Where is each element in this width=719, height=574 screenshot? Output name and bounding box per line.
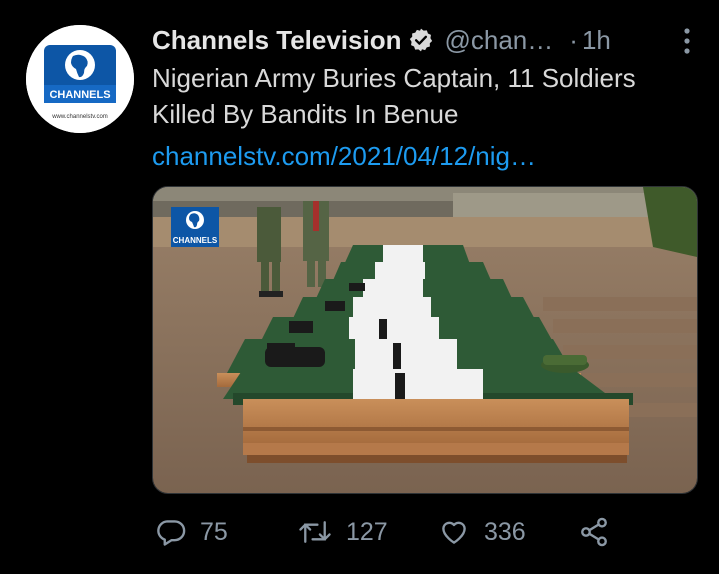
avatar[interactable]: CHANNELS www.channelstv.com [26,25,134,133]
avatar-text: CHANNELS [49,89,110,101]
media-watermark: CHANNELS [173,236,218,245]
reply-count: 75 [200,517,228,546]
tweet-text: Nigerian Army Buries Captain, 11 Soldier… [152,63,636,129]
tweet-time[interactable]: 1h [582,25,611,56]
tweet-link[interactable]: channelstv.com/2021/04/12/nig… [152,138,536,174]
tweet-media-image[interactable]: CHANNELS [152,186,698,494]
tweet: CHANNELS www.channelstv.com Channels Tel… [0,0,719,574]
separator-dot: · [569,24,578,55]
share-button[interactable] [578,510,610,554]
retweet-icon [298,517,332,547]
share-icon [578,516,610,548]
reply-icon [156,517,186,547]
like-button[interactable]: 336 [438,510,526,554]
author-name[interactable]: Channels Television [152,25,401,56]
tweet-header: Channels Television @chan… · 1h [152,20,699,60]
heart-icon [438,517,470,547]
tweet-actions: 75 127 336 [152,510,672,554]
author-handle[interactable]: @chan… [444,25,553,56]
reply-button[interactable]: 75 [156,510,228,554]
like-count: 336 [484,517,526,546]
avatar-url-text: www.channelstv.com [51,114,108,120]
retweet-button[interactable]: 127 [298,510,388,554]
more-options-icon[interactable] [675,26,699,56]
verified-icon [408,27,434,53]
retweet-count: 127 [346,517,388,546]
